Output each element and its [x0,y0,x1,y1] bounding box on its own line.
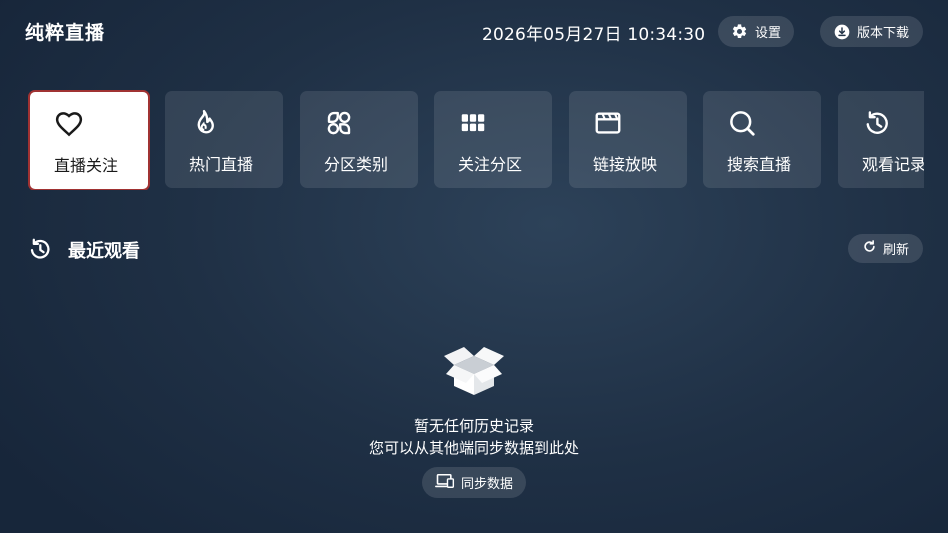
settings-label: 设置 [754,26,781,41]
download-circle-icon [834,24,850,40]
flame-icon [189,108,219,138]
search-icon [727,108,757,138]
empty-message-hint: 您可以从其他端同步数据到此处 [368,439,579,457]
menu-card-label: 搜索直播 [727,155,792,174]
menu-card-label: 链接放映 [593,155,658,174]
refresh-icon [862,239,877,258]
grid-icon [458,108,488,138]
menu-card-label: 观看记录 [862,155,924,174]
download-button[interactable]: 版本下载 [820,16,923,47]
settings-button[interactable]: 设置 [718,16,794,47]
category-icon [324,108,354,138]
heart-icon [54,109,84,139]
menu-card-search[interactable]: 搜索直播 [703,91,821,188]
menu-card-follow-category[interactable]: 关注分区 [434,91,552,188]
menu-card-label: 关注分区 [458,155,523,174]
menu-row: 直播关注 热门直播 分区类别 关注分区 链接放映 搜索直播 观看记录 [0,90,924,190]
datetime: 2026年05月27日 10:34:30 [482,25,706,45]
history-icon [27,236,53,262]
download-label: 版本下载 [856,26,909,41]
sync-data-button[interactable]: 同步数据 [422,467,526,498]
empty-message-title: 暂无任何历史记录 [413,417,534,435]
menu-card-label: 分区类别 [324,155,389,174]
menu-card-follow[interactable]: 直播关注 [28,90,150,190]
refresh-button[interactable]: 刷新 [848,234,923,263]
section-title: 最近观看 [68,241,140,262]
menu-card-link-play[interactable]: 链接放映 [569,91,687,188]
menu-card-history[interactable]: 观看记录 [838,91,924,188]
gear-icon [731,23,748,40]
refresh-label: 刷新 [882,243,909,258]
history-icon [862,108,892,138]
open-box-icon [442,340,506,398]
clapperboard-icon [593,108,623,138]
menu-card-label: 热门直播 [189,155,254,174]
menu-card-hot[interactable]: 热门直播 [165,91,283,188]
app-title: 纯粹直播 [25,22,106,44]
sync-data-label: 同步数据 [460,477,513,492]
menu-card-label: 直播关注 [54,156,119,175]
devices-icon [435,473,455,493]
menu-card-category[interactable]: 分区类别 [300,91,418,188]
